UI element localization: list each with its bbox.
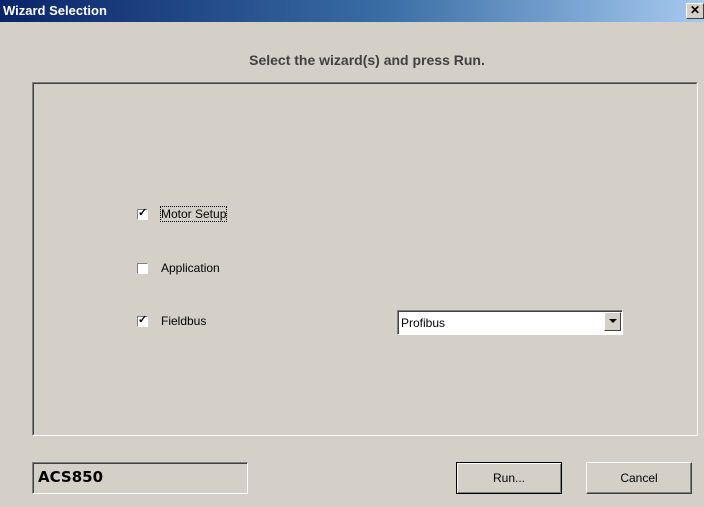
checkmark-icon: ✓ [138, 313, 148, 326]
checkbox-box[interactable]: ✓ [137, 206, 148, 220]
checkbox-box[interactable] [137, 262, 148, 274]
wizard-checkbox-application[interactable]: Application [137, 260, 220, 276]
run-button[interactable]: Run... [456, 462, 562, 494]
drive-model-label: ACS850 [38, 468, 104, 486]
run-button-label: Run... [492, 471, 525, 485]
window-title: Wizard Selection [3, 3, 107, 18]
dropdown-button[interactable] [604, 312, 621, 331]
wizard-checkbox-motor-setup[interactable]: ✓ Motor Setup [137, 206, 228, 222]
title-bar[interactable]: Wizard Selection ✕ [0, 0, 704, 22]
chevron-down-icon [608, 319, 617, 323]
wizard-group-panel [32, 82, 698, 436]
checkbox-label[interactable]: Application [161, 261, 220, 275]
instruction-heading: Select the wizard(s) and press Run. [249, 52, 485, 68]
checkbox-label[interactable]: Fieldbus [161, 314, 206, 328]
checkmark-icon: ✓ [138, 206, 148, 219]
wizard-checkbox-fieldbus[interactable]: ✓ Fieldbus [137, 313, 206, 329]
cancel-button[interactable]: Cancel [586, 462, 692, 494]
drive-status-box: ACS850 [32, 462, 248, 494]
cancel-button-label: Cancel [620, 471, 658, 485]
close-icon[interactable]: ✕ [686, 3, 704, 19]
fieldbus-type-dropdown[interactable]: Profibus [397, 310, 623, 335]
checkbox-box[interactable]: ✓ [137, 313, 148, 327]
checkbox-label[interactable]: Motor Setup [159, 206, 228, 222]
dropdown-selected-value: Profibus [401, 316, 446, 330]
